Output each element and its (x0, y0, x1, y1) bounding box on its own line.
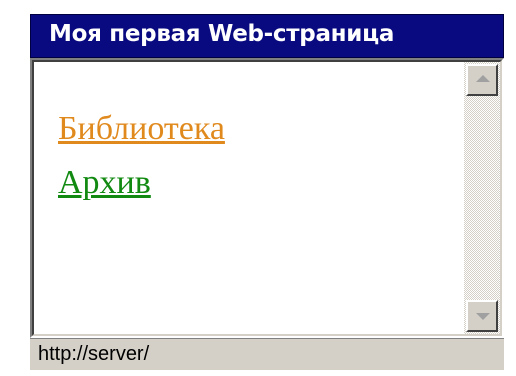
vertical-scrollbar[interactable] (464, 62, 500, 334)
content-inner: Библиотека Архив (32, 60, 502, 336)
arrow-up-icon (476, 75, 490, 82)
content-frame: Библиотека Архив (30, 58, 504, 338)
arrow-down-icon (476, 313, 490, 320)
title-bar[interactable]: Моя первая Web-страница (30, 14, 504, 58)
window-title: Моя первая Web-страница (49, 21, 395, 47)
scroll-down-button[interactable] (466, 300, 498, 332)
page-content: Библиотека Архив (34, 62, 464, 334)
scroll-up-button[interactable] (466, 64, 498, 96)
link-library[interactable]: Библиотека (58, 110, 225, 148)
status-bar: http://server/ (30, 338, 504, 370)
status-url: http://server/ (38, 343, 150, 365)
link-archive[interactable]: Архив (58, 164, 151, 202)
browser-window: Моя первая Web-страница Библиотека Архив… (30, 14, 504, 370)
